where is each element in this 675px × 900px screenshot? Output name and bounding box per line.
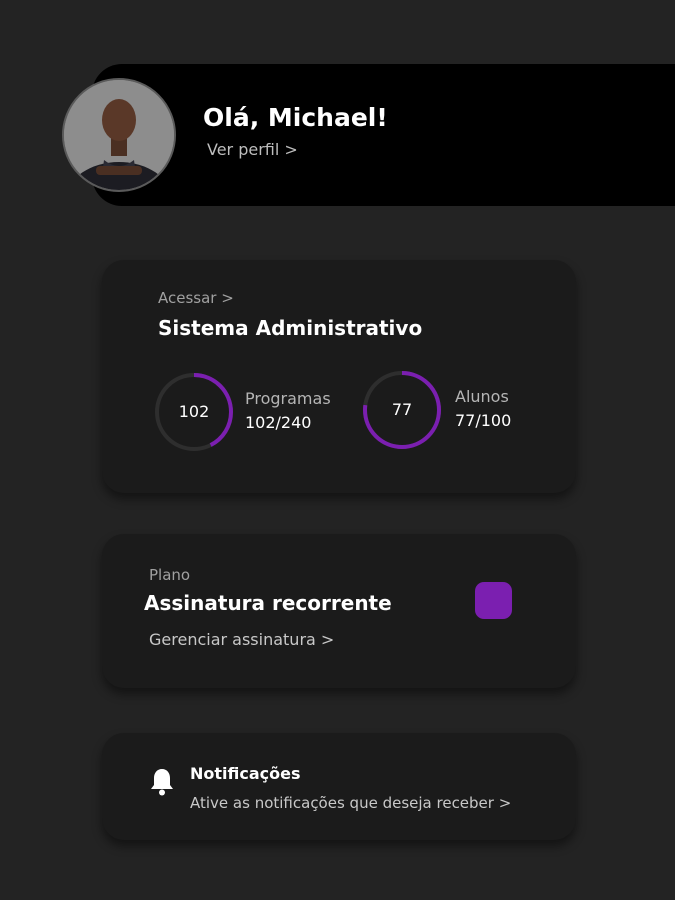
programs-count: 102/240 <box>245 413 312 432</box>
manage-subscription-link[interactable]: Gerenciar assinatura > <box>149 630 334 649</box>
programs-value: 102 <box>178 402 210 421</box>
students-count: 77/100 <box>455 411 512 430</box>
bell-icon <box>149 767 175 797</box>
notifications-description[interactable]: Ative as notificações que deseja receber… <box>190 794 511 812</box>
programs-label: Programas <box>245 389 331 408</box>
students-progress-ring: 77 <box>360 368 444 452</box>
greeting-text: Olá, Michael! <box>203 103 388 132</box>
plan-toggle[interactable] <box>475 582 512 619</box>
avatar[interactable] <box>62 78 176 192</box>
students-value: 77 <box>391 400 413 419</box>
plan-title: Assinatura recorrente <box>144 591 392 615</box>
students-label: Alunos <box>455 387 509 406</box>
notifications-card[interactable]: Notificações Ative as notificações que d… <box>102 733 576 840</box>
view-profile-link[interactable]: Ver perfil > <box>207 140 298 159</box>
plan-card: Plano Assinatura recorrente Gerenciar as… <box>102 534 576 688</box>
notifications-title: Notificações <box>190 764 301 783</box>
programs-progress-ring: 102 <box>152 370 236 454</box>
profile-header <box>92 64 675 206</box>
access-link[interactable]: Acessar > <box>158 289 234 307</box>
plan-label: Plano <box>149 566 191 584</box>
admin-system-title: Sistema Administrativo <box>158 316 423 340</box>
admin-system-card[interactable]: Acessar > Sistema Administrativo 102 Pro… <box>102 260 576 493</box>
